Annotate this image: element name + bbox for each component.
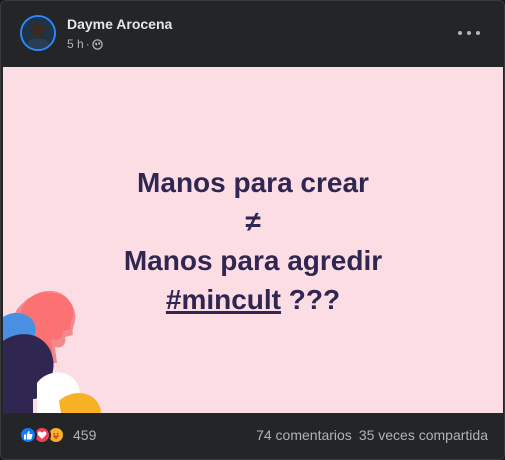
text-line-3: Manos para agredir xyxy=(123,245,383,276)
reactions-summary[interactable]: 459 xyxy=(19,425,96,445)
globe-icon xyxy=(91,38,103,50)
post-meta: 5 h · xyxy=(67,37,103,51)
post-image-text: Manos para crear ≠ Manos para agredir #m… xyxy=(3,163,503,319)
text-line-4: #mincult ??? xyxy=(3,280,503,319)
post-time[interactable]: 5 h xyxy=(67,37,84,51)
meta-separator: · xyxy=(85,37,90,51)
like-icon xyxy=(19,426,37,444)
post-image[interactable]: Manos para crear ≠ Manos para agredir #m… xyxy=(3,67,503,413)
comments-count-link[interactable]: 74 comentarios xyxy=(256,427,352,443)
shares-count-link[interactable]: 35 veces compartida xyxy=(359,427,488,443)
author-avatar[interactable] xyxy=(20,15,56,51)
hashtag-suffix: ??? xyxy=(281,284,341,315)
post-header: Dayme Arocena 5 h · xyxy=(1,1,504,67)
text-line-2: ≠ xyxy=(245,206,261,237)
hashtag-link[interactable]: #mincult xyxy=(166,284,281,315)
more-options-icon[interactable] xyxy=(458,27,480,39)
post-card: Dayme Arocena 5 h · Manos para crear ≠ M… xyxy=(0,0,505,460)
reaction-count[interactable]: 459 xyxy=(73,427,96,443)
post-footer: 459 74 comentarios 35 veces compartida xyxy=(1,413,504,459)
text-line-1: Manos para crear xyxy=(137,167,369,198)
post-stats: 74 comentarios 35 veces compartida xyxy=(256,427,488,443)
author-name[interactable]: Dayme Arocena xyxy=(67,16,172,32)
